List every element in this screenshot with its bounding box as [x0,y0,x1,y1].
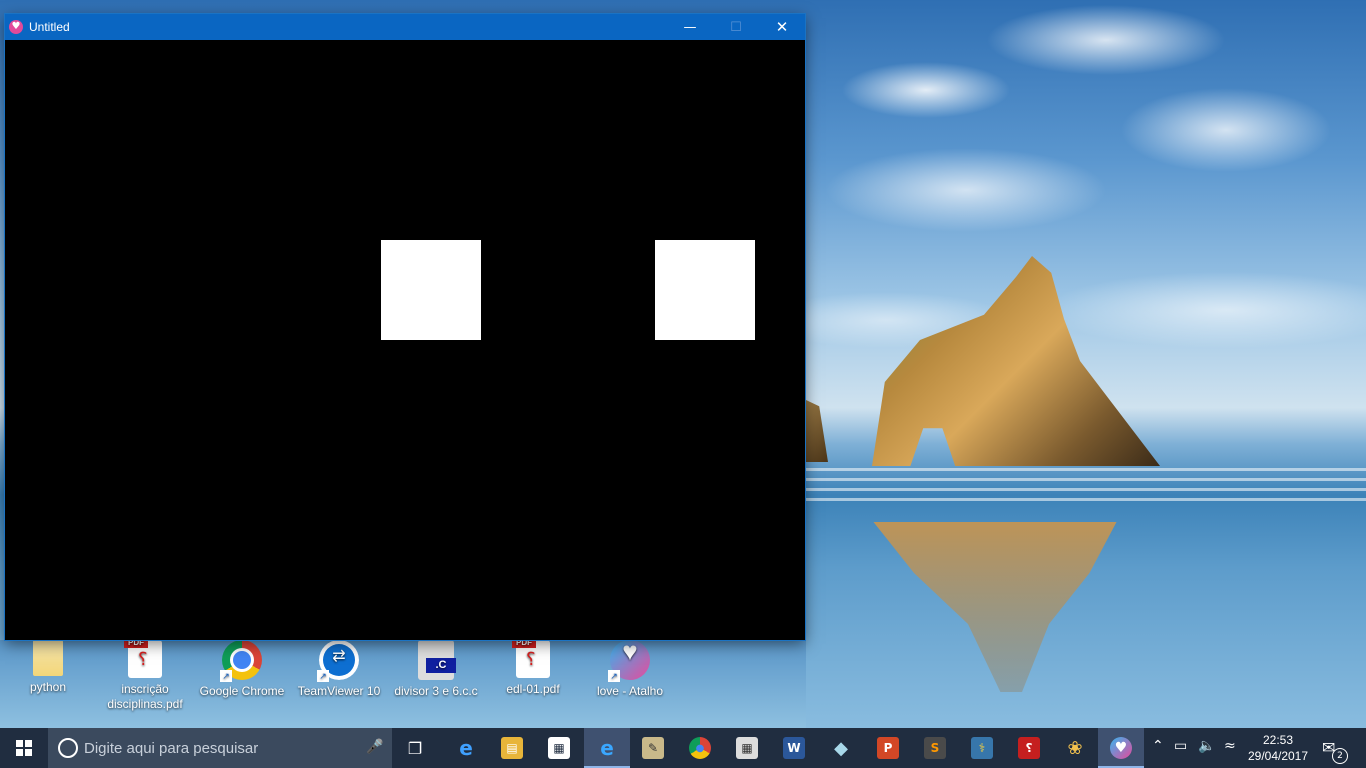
task-view-icon: ❐ [407,738,423,758]
task-view-button[interactable]: ❐ [392,728,438,768]
notification-count-badge: 2 [1332,748,1348,764]
taskbar-app-paint[interactable]: ❀ [1052,728,1098,768]
maximize-button[interactable]: ☐ [713,14,759,40]
start-button[interactable] [0,728,48,768]
internet-explorer-icon: e [600,736,614,760]
folder-icon [33,640,63,676]
close-button[interactable]: ✕ [759,14,805,40]
wallpaper-clouds [806,0,1366,420]
desktop-icon-label: python [29,680,67,694]
desktop-icon-love-atalho[interactable]: love - Atalho [584,640,676,699]
powerpoint-icon: P [877,737,899,759]
taskbar: Digite aqui para pesquisar 🎤 ❐ e ▤ ▦ e ✎… [0,728,1366,768]
word-icon: W [783,737,805,759]
taskbar-app-love[interactable]: ♥ [1098,728,1144,768]
search-placeholder: Digite aqui para pesquisar [84,740,259,757]
desktop-icon-label: TeamViewer 10 [297,684,381,698]
desktop-icon-google-chrome[interactable]: Google Chrome [196,640,288,699]
white-square-right [655,240,755,340]
volume-icon[interactable]: 🔈 [1198,738,1215,754]
desktop-icon-python[interactable]: python [2,640,94,695]
window-titlebar[interactable]: ♥ Untitled — ☐ ✕ [5,14,805,40]
love-icon: ♥ [1110,737,1132,759]
clock-date: 29/04/2017 [1247,749,1309,763]
taskbar-app-python[interactable]: ⚕ [959,728,1005,768]
desktop-icon-teamviewer[interactable]: TeamViewer 10 [293,640,385,699]
taskbar-app-word[interactable]: W [771,728,817,768]
game-canvas[interactable] [5,40,805,640]
window-title: Untitled [29,20,70,34]
desktop-icon-divisor-c[interactable]: divisor 3 e 6.c.c [390,640,482,699]
sublime-text-icon: S [924,737,946,759]
desktop-icon-label: edl-01.pdf [506,682,560,696]
edge-icon: e [459,736,473,760]
taskbar-app-eraser[interactable]: ◆ [818,728,864,768]
white-square-left [381,240,481,340]
taskbar-app-edge[interactable]: e [443,728,489,768]
desktop-icon-label: Google Chrome [199,684,285,698]
store-icon: ▦ [548,737,570,759]
teamviewer-icon [317,640,359,682]
taskbar-clock[interactable]: 22:53 29/04/2017 [1246,732,1310,764]
c-file-icon [418,640,456,680]
python-icon: ⚕ [971,737,993,759]
desktop-icon-edl-pdf[interactable]: edl-01.pdf [487,638,579,697]
cortana-icon [58,738,78,758]
desktop-icon-label: love - Atalho [596,684,664,698]
wallpaper-surf [806,468,1366,508]
taskbar-app-store[interactable]: ▦ [536,728,582,768]
taskbar-app-internet-explorer[interactable]: e [584,728,630,768]
pdf-icon [512,638,550,678]
taskbar-app-chrome[interactable]: ● [677,728,723,768]
pdf-icon [124,638,162,678]
show-hidden-icons-chevron-icon[interactable]: ⌃ [1152,738,1164,754]
taskbar-app-paint-tool[interactable]: ✎ [630,728,676,768]
love-icon [608,640,650,682]
clock-time: 22:53 [1262,733,1294,747]
minimize-button[interactable]: — [667,14,713,40]
calculator-icon: ▦ [736,737,758,759]
taskbar-app-file-explorer[interactable]: ▤ [489,728,535,768]
acrobat-icon: ⸮ [1018,737,1040,759]
windows-logo-icon [16,740,32,756]
paint-tool-icon: ✎ [642,737,664,759]
file-explorer-icon: ▤ [501,737,523,759]
wifi-icon[interactable]: ≈ [1224,738,1236,754]
desktop-icon-label: divisor 3 e 6.c.c [394,684,478,698]
desktop-icon-label: inscrição disciplinas.pdf [107,682,183,711]
love-app-window[interactable]: ♥ Untitled — ☐ ✕ [5,14,805,640]
taskbar-app-calculator[interactable]: ▦ [724,728,770,768]
taskbar-app-acrobat[interactable]: ⸮ [1006,728,1052,768]
battery-icon[interactable]: ▭ [1174,738,1187,754]
microphone-icon[interactable]: 🎤 [366,739,383,755]
taskbar-search-box[interactable]: Digite aqui para pesquisar 🎤 [48,728,392,768]
taskbar-app-powerpoint[interactable]: P [865,728,911,768]
paint-icon: ❀ [1067,737,1083,759]
love-app-icon: ♥ [9,20,23,34]
taskbar-app-sublime-text[interactable]: S [912,728,958,768]
desktop-icon-inscricao-pdf[interactable]: inscrição disciplinas.pdf [99,638,191,712]
eraser-app-icon: ◆ [834,737,848,759]
chrome-icon: ● [689,737,711,759]
chrome-icon [220,640,262,682]
